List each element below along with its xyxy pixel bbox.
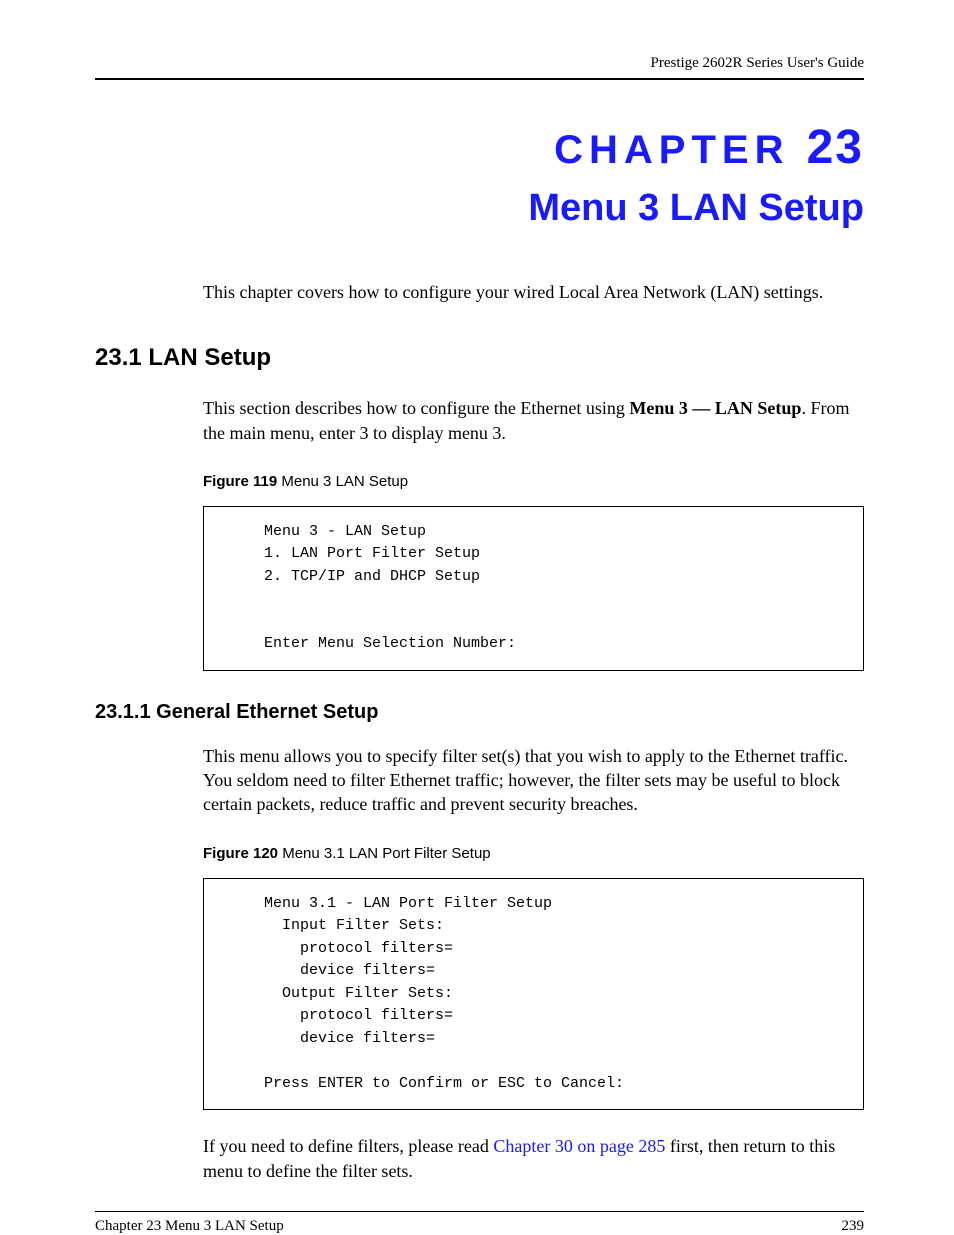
body-text-bold: Menu 3 — LAN Setup	[629, 398, 801, 418]
figure-119-terminal: Menu 3 - LAN Setup 1. LAN Port Filter Se…	[203, 506, 864, 671]
chapter-heading-block: CHAPTER 23 Menu 3 LAN Setup	[95, 120, 864, 230]
header-rule	[95, 78, 864, 80]
section-heading-23-1-1: 23.1.1 General Ethernet Setup	[95, 701, 864, 724]
page-footer: Chapter 23 Menu 3 LAN Setup 239	[95, 1218, 864, 1235]
chapter-number: 23	[807, 121, 864, 174]
chapter-label: CHAPTER 23	[95, 120, 864, 175]
section-23-1-1-body: This menu allows you to specify filter s…	[203, 744, 864, 817]
chapter-title: Menu 3 LAN Setup	[95, 187, 864, 230]
page-number: 239	[842, 1218, 865, 1235]
figure-119-caption-text: Menu 3 LAN Setup	[277, 473, 408, 490]
footer-rule	[95, 1211, 864, 1212]
figure-119-caption: Figure 119 Menu 3 LAN Setup	[203, 473, 864, 490]
closing-pre: If you need to define filters, please re…	[203, 1136, 493, 1156]
body-text-pre: This section describes how to configure …	[203, 398, 629, 418]
footer-chapter-label: Chapter 23 Menu 3 LAN Setup	[95, 1218, 284, 1235]
closing-paragraph: If you need to define filters, please re…	[203, 1134, 864, 1183]
figure-120-terminal: Menu 3.1 - LAN Port Filter Setup Input F…	[203, 878, 864, 1111]
section-heading-23-1: 23.1 LAN Setup	[95, 344, 864, 372]
cross-reference-link[interactable]: Chapter 30 on page 285	[493, 1136, 665, 1156]
chapter-word: CHAPTER	[554, 128, 789, 172]
chapter-intro-paragraph: This chapter covers how to configure you…	[203, 280, 864, 304]
running-header: Prestige 2602R Series User's Guide	[95, 55, 864, 78]
figure-120-label: Figure 120	[203, 845, 278, 862]
figure-120-caption: Figure 120 Menu 3.1 LAN Port Filter Setu…	[203, 845, 864, 862]
section-23-1-body: This section describes how to configure …	[203, 396, 864, 445]
figure-120-caption-text: Menu 3.1 LAN Port Filter Setup	[278, 845, 491, 862]
figure-119-label: Figure 119	[203, 473, 277, 490]
